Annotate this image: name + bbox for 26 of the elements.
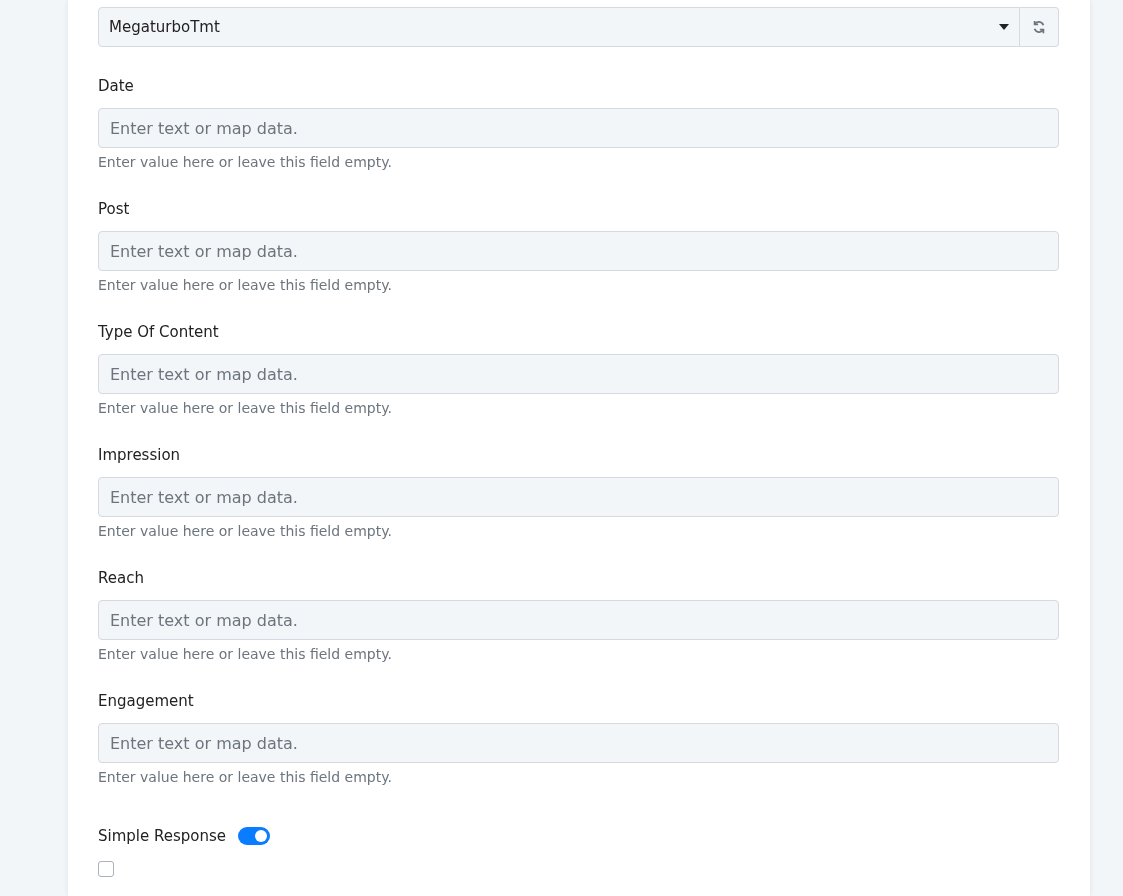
field-label: Post (98, 200, 131, 220)
refresh-button[interactable] (1020, 7, 1059, 47)
input-field[interactable]: Enter text or map data. (98, 600, 1059, 640)
caret-icon (999, 24, 1009, 30)
field-label: Engagement (98, 692, 195, 712)
checkbox[interactable] (98, 861, 114, 877)
input-field[interactable]: Enter text or map data. (98, 108, 1059, 148)
input-field[interactable]: Enter text or map data. (98, 231, 1059, 271)
help-text: Enter value here or leave this field empty. (98, 646, 393, 662)
toggle-label: Simple Response (98, 827, 227, 845)
input-field[interactable]: Enter text or map data. (98, 477, 1059, 517)
help-text: Enter value here or leave this field empty. (98, 523, 393, 539)
refresh-icon (1032, 20, 1046, 34)
help-text: Enter value here or leave this field empty. (98, 769, 393, 785)
help-text: Enter value here or leave this field empty. (98, 277, 393, 293)
help-text: Enter value here or leave this field empty. (98, 400, 393, 416)
connection-value: MegaturboTmt (109, 18, 220, 36)
field-label: Type Of Content (98, 323, 220, 343)
input-field[interactable]: Enter text or map data. (98, 354, 1059, 394)
field-label: Impression (98, 446, 182, 466)
toggle-switch[interactable] (238, 827, 271, 845)
help-text: Enter value here or leave this field empty. (98, 154, 393, 170)
field-label: Date (98, 77, 135, 97)
field-label: Reach (98, 569, 145, 589)
input-field[interactable]: Enter text or map data. (98, 723, 1059, 763)
connection-select[interactable]: MegaturboTmt (98, 7, 1020, 47)
